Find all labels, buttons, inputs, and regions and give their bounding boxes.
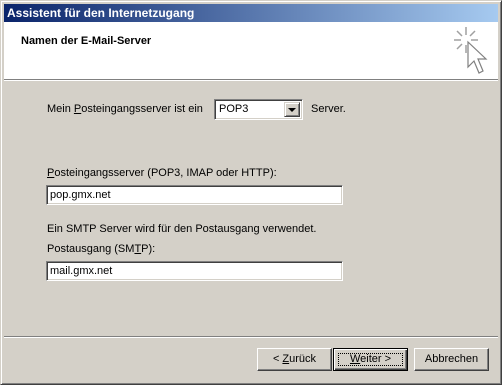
server-type-select[interactable]: POP3 [214, 99, 303, 120]
dropdown-button[interactable] [284, 102, 300, 117]
back-button[interactable]: < Zurück [257, 348, 332, 371]
chevron-down-icon [288, 108, 296, 112]
wizard-dialog: Assistent für den Internetzugang Namen d… [0, 0, 502, 385]
cancel-button[interactable]: Abbrechen [414, 348, 489, 371]
server-type-label: Mein Posteingangsserver ist ein [47, 103, 203, 115]
incoming-server-label: Posteingangsserver (POP3, IMAP oder HTTP… [47, 167, 277, 179]
server-type-suffix: Server. [311, 103, 346, 115]
next-button[interactable]: Weiter > [333, 348, 408, 371]
footer-divider-highlight [4, 337, 498, 338]
page-title: Namen der E-Mail-Server [21, 35, 152, 47]
smtp-note: Ein SMTP Server wird für den Postausgang… [47, 223, 317, 235]
server-type-value: POP3 [219, 103, 249, 115]
incoming-server-input[interactable] [46, 185, 343, 205]
header-divider-highlight [4, 80, 498, 81]
title-bar[interactable]: Assistent für den Internetzugang [4, 4, 498, 22]
window-title: Assistent für den Internetzugang [7, 6, 195, 20]
outgoing-server-input[interactable] [46, 261, 343, 281]
focus-rectangle [338, 353, 403, 366]
outgoing-server-label: Postausgang (SMTP): [47, 243, 156, 255]
wizard-sparkle-cursor-icon [454, 27, 488, 74]
wizard-header: Namen der E-Mail-Server [4, 22, 498, 79]
